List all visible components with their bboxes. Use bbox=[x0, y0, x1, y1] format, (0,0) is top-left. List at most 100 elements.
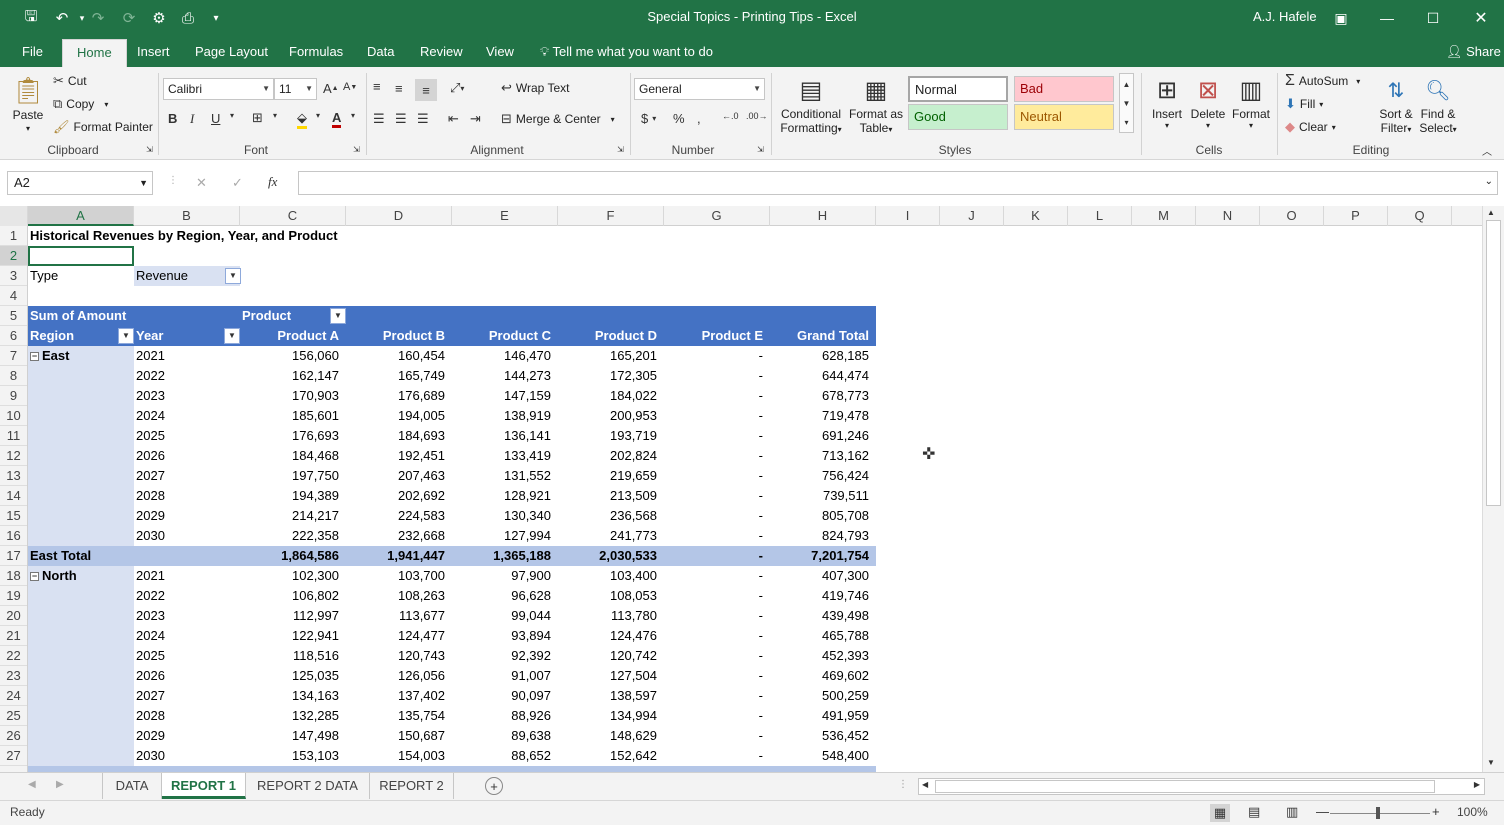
formula-input[interactable]: ⌄ bbox=[298, 171, 1498, 195]
sheet-tab-report-1[interactable]: REPORT 1 bbox=[162, 773, 246, 799]
value-cell[interactable]: 713,162 bbox=[770, 446, 876, 466]
find-select-button[interactable]: 🔍︎ Find & Select▾ bbox=[1418, 73, 1458, 136]
value-cell[interactable]: 91,007 bbox=[452, 666, 558, 686]
value-cell[interactable]: - bbox=[664, 406, 770, 426]
value-cell[interactable]: 162,147 bbox=[240, 366, 346, 386]
zoom-in-icon[interactable]: + bbox=[1432, 804, 1440, 819]
value-cell[interactable]: - bbox=[664, 386, 770, 406]
row-header-3[interactable]: 3 bbox=[0, 266, 27, 286]
east-total-value[interactable]: 2,030,533 bbox=[558, 546, 664, 566]
column-header-j[interactable]: J bbox=[940, 206, 1004, 226]
value-cell[interactable]: 176,693 bbox=[240, 426, 346, 446]
value-cell[interactable]: 236,568 bbox=[558, 506, 664, 526]
value-cell[interactable]: 219,659 bbox=[558, 466, 664, 486]
east-total-value[interactable]: 1,365,188 bbox=[452, 546, 558, 566]
column-label[interactable]: Product B bbox=[346, 326, 452, 346]
value-cell[interactable]: 548,400 bbox=[770, 746, 876, 766]
filter-funnel-icon[interactable]: ▼ bbox=[225, 268, 241, 284]
worksheet-grid[interactable]: ABCDEFGHIJKLMNOPQ 1 2 3 4 5 6 7 8 9 10 11 12 13 14 15 1… bbox=[0, 206, 1504, 772]
orientation-icon[interactable]: ⤢ ▾ bbox=[450, 80, 464, 96]
decrease-indent-icon[interactable]: ⇤ bbox=[448, 111, 459, 127]
value-cell[interactable]: - bbox=[664, 626, 770, 646]
year-cell[interactable]: 2027 bbox=[134, 466, 240, 486]
value-cell[interactable]: 130,340 bbox=[452, 506, 558, 526]
row-header-5[interactable]: 5 bbox=[0, 306, 27, 326]
value-cell[interactable]: 120,742 bbox=[558, 646, 664, 666]
row-header-17[interactable]: 17 bbox=[0, 546, 27, 566]
value-cell[interactable]: 150,687 bbox=[346, 726, 452, 746]
value-cell[interactable]: - bbox=[664, 746, 770, 766]
year-cell[interactable]: 2023 bbox=[134, 606, 240, 626]
column-header-d[interactable]: D bbox=[346, 206, 452, 226]
value-cell[interactable]: 112,997 bbox=[240, 606, 346, 626]
year-cell[interactable]: 2028 bbox=[134, 486, 240, 506]
wrap-text-button[interactable]: ↩ Wrap Text bbox=[501, 80, 569, 96]
close-icon[interactable]: ✕ bbox=[1458, 0, 1504, 36]
merge-center-button[interactable]: ⊟ Merge & Center ▾ bbox=[501, 111, 615, 127]
value-cell[interactable]: - bbox=[664, 526, 770, 546]
year-cell[interactable]: 2027 bbox=[134, 686, 240, 706]
value-cell[interactable]: 113,780 bbox=[558, 606, 664, 626]
year-cell[interactable]: 2022 bbox=[134, 366, 240, 386]
row-header-14[interactable]: 14 bbox=[0, 486, 27, 506]
row-header-9[interactable]: 9 bbox=[0, 386, 27, 406]
sort-filter-button[interactable]: ⇅ Sort & Filter▾ bbox=[1376, 73, 1416, 136]
value-cell[interactable]: 193,719 bbox=[558, 426, 664, 446]
comma-icon[interactable]: , bbox=[697, 111, 701, 126]
value-cell[interactable]: 160,454 bbox=[346, 346, 452, 366]
year-cell[interactable]: 2021 bbox=[134, 566, 240, 586]
value-cell[interactable]: 93,894 bbox=[452, 626, 558, 646]
refresh-icon[interactable]: ⟳ bbox=[119, 8, 139, 28]
row-header-16[interactable]: 16 bbox=[0, 526, 27, 546]
year-cell[interactable]: 2028 bbox=[134, 706, 240, 726]
value-cell[interactable]: 194,389 bbox=[240, 486, 346, 506]
year-cell[interactable]: 2024 bbox=[134, 626, 240, 646]
value-cell[interactable]: 500,259 bbox=[770, 686, 876, 706]
year-cell[interactable]: 2029 bbox=[134, 506, 240, 526]
value-cell[interactable]: 138,919 bbox=[452, 406, 558, 426]
scroll-down-icon[interactable]: ▼ bbox=[1487, 758, 1495, 767]
collapse-ribbon-icon[interactable]: ︿ bbox=[1482, 143, 1492, 158]
conditional-formatting-button[interactable]: ▤ Conditional Formatting▾ bbox=[776, 73, 846, 136]
dialog-launcher-icon[interactable]: ⇲ bbox=[757, 145, 764, 154]
value-cell[interactable]: - bbox=[664, 566, 770, 586]
row-header-22[interactable]: 22 bbox=[0, 646, 27, 666]
value-cell[interactable]: 146,470 bbox=[452, 346, 558, 366]
name-box[interactable]: A2 ▼ bbox=[7, 171, 153, 195]
value-cell[interactable]: 144,273 bbox=[452, 366, 558, 386]
format-painter-button[interactable]: 🖌︎ Format Painter bbox=[53, 119, 153, 135]
value-cell[interactable]: 126,056 bbox=[346, 666, 452, 686]
value-cell[interactable]: - bbox=[664, 346, 770, 366]
value-cell[interactable]: - bbox=[664, 706, 770, 726]
new-sheet-icon[interactable]: + bbox=[485, 777, 503, 795]
value-cell[interactable]: 194,005 bbox=[346, 406, 452, 426]
value-cell[interactable]: 125,035 bbox=[240, 666, 346, 686]
east-total-value[interactable]: 7,201,754 bbox=[770, 546, 876, 566]
chevron-down-icon[interactable]: ▾ bbox=[273, 111, 277, 120]
value-cell[interactable]: 134,994 bbox=[558, 706, 664, 726]
row-header-25[interactable]: 25 bbox=[0, 706, 27, 726]
value-cell[interactable]: 128,921 bbox=[452, 486, 558, 506]
column-header-h[interactable]: H bbox=[770, 206, 876, 226]
row-header-7[interactable]: 7 bbox=[0, 346, 27, 366]
chevron-down-icon[interactable]: ▾ bbox=[316, 111, 320, 120]
workbook-icon[interactable]: ⚙ bbox=[149, 8, 169, 28]
value-cell[interactable]: 127,504 bbox=[558, 666, 664, 686]
print-preview-icon[interactable]: ⎙ bbox=[178, 8, 198, 28]
number-format-combo[interactable]: General ▼ bbox=[634, 78, 765, 100]
decrease-decimal-icon[interactable]: .00→ bbox=[746, 111, 768, 121]
value-cell[interactable]: - bbox=[664, 426, 770, 446]
east-total-label[interactable]: East Total bbox=[28, 546, 240, 566]
column-header-p[interactable]: P bbox=[1324, 206, 1388, 226]
row-header-18[interactable]: 18 bbox=[0, 566, 27, 586]
cut-button[interactable]: ✂ Cut bbox=[53, 73, 87, 89]
value-cell[interactable]: - bbox=[664, 686, 770, 706]
value-cell[interactable]: - bbox=[664, 486, 770, 506]
italic-icon[interactable]: I bbox=[190, 111, 194, 127]
increase-decimal-icon[interactable]: ←.0 bbox=[722, 111, 739, 121]
value-cell[interactable]: 138,597 bbox=[558, 686, 664, 706]
year-cell[interactable]: 2030 bbox=[134, 746, 240, 766]
zoom-level[interactable]: 100% bbox=[1457, 805, 1488, 819]
year-cell[interactable]: 2025 bbox=[134, 646, 240, 666]
tab-review[interactable]: Review bbox=[420, 36, 463, 67]
